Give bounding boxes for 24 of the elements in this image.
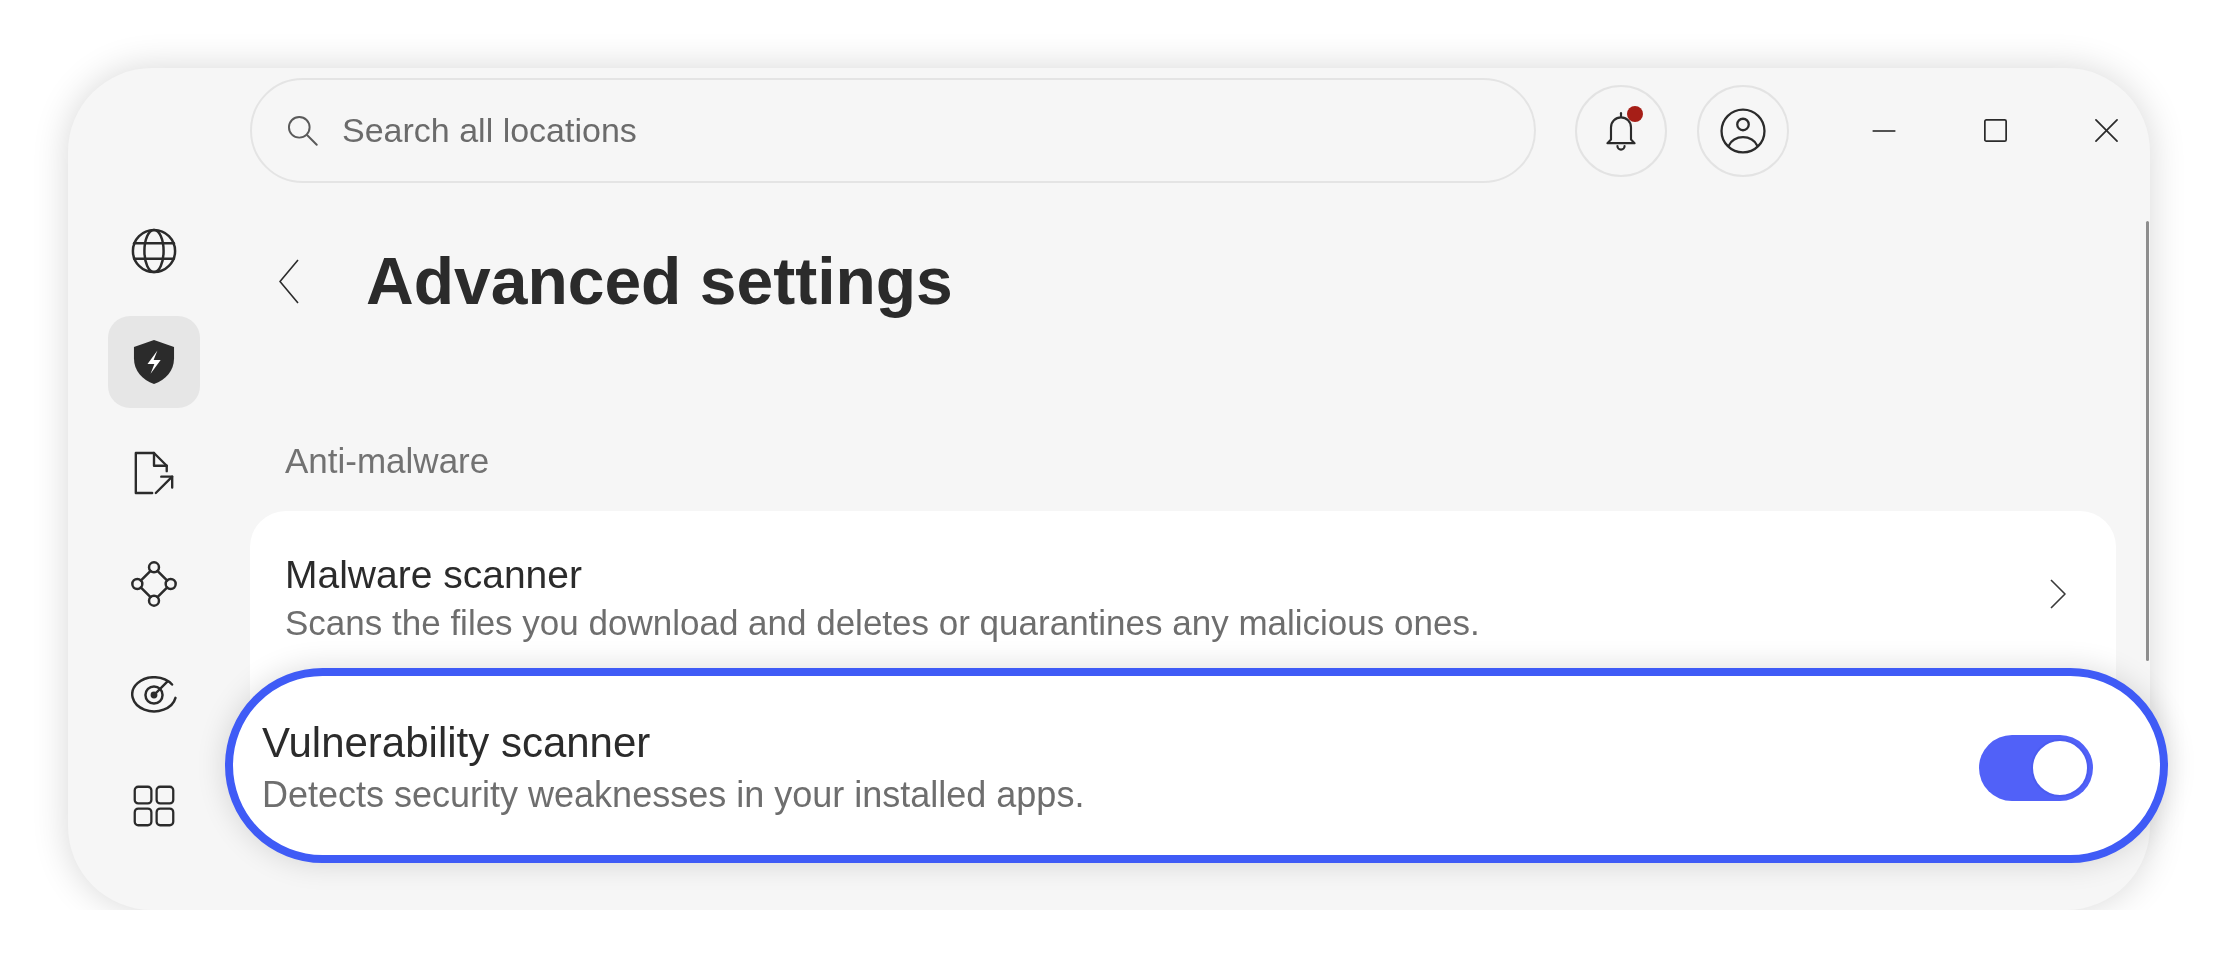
chevron-right-icon	[2050, 578, 2066, 609]
page-title: Advanced settings	[366, 243, 953, 320]
grid-icon	[133, 785, 175, 827]
setting-description: Scans the files you download and deletes or quarantines any malicious ones.	[285, 603, 1480, 643]
scrollbar-thumb[interactable]	[2146, 221, 2149, 661]
maximize-icon	[1983, 119, 2007, 142]
search-icon	[287, 115, 318, 146]
globe-icon	[131, 228, 177, 274]
section-heading: Anti-malware	[285, 441, 490, 481]
user-avatar-icon	[1720, 107, 1766, 154]
file-arrow-icon	[134, 451, 174, 495]
bell-icon	[1605, 110, 1637, 151]
search-field[interactable]: Search all locations	[250, 78, 1536, 183]
setting-description: Detects security weaknesses in your installed apps.	[262, 774, 1085, 816]
sidebar-nav-button[interactable]	[108, 316, 200, 408]
setting-title: Malware scanner	[285, 552, 583, 598]
open-setting-button[interactable]	[2050, 578, 2066, 609]
setting-title: Vulnerability scanner	[262, 719, 652, 767]
minimize-icon	[1872, 129, 1896, 132]
close-icon	[2094, 119, 2118, 142]
chevron-left-icon	[279, 258, 299, 304]
target-icon	[131, 676, 177, 714]
shield-bolt-icon	[133, 339, 175, 385]
connected-nodes-icon	[131, 561, 177, 607]
